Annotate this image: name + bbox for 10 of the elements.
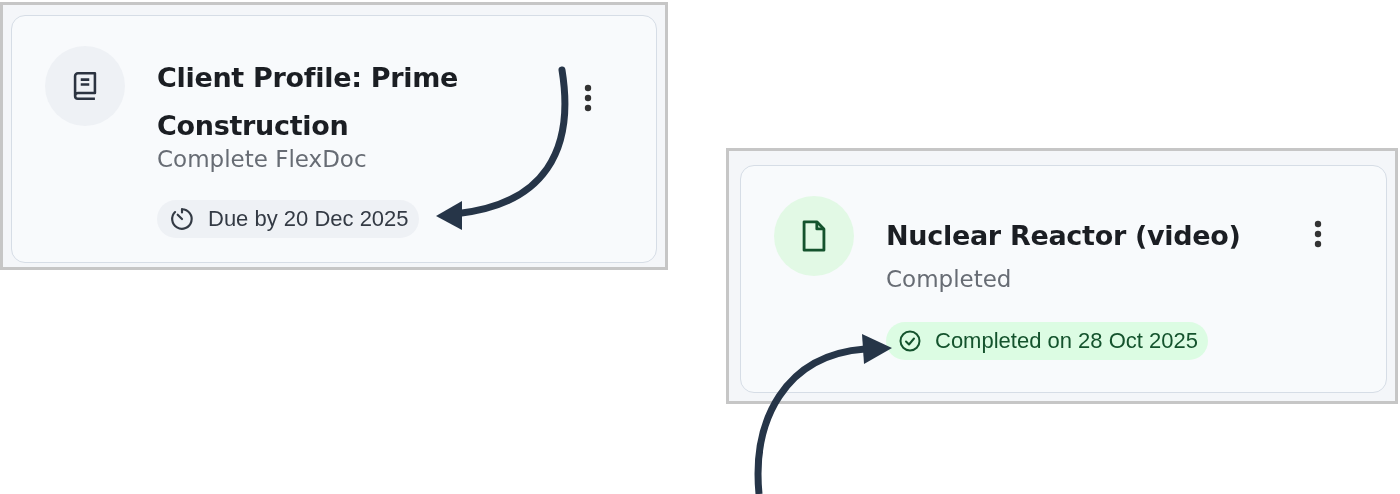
timer-icon	[169, 206, 195, 232]
card-subtitle: Completed	[886, 265, 1013, 294]
card-title: Nuclear Reactor (video)	[886, 219, 1242, 253]
badge-text: Due by 20 Dec 2025	[208, 206, 409, 232]
kebab-icon	[1314, 220, 1322, 248]
kebab-icon	[584, 84, 592, 112]
card-title: Client Profile: Prime Construction	[157, 61, 460, 143]
badge-text: Completed on 28 Oct 2025	[935, 328, 1198, 354]
check-circle-icon	[898, 329, 922, 353]
card-subtitle: Complete FlexDoc	[157, 145, 368, 174]
